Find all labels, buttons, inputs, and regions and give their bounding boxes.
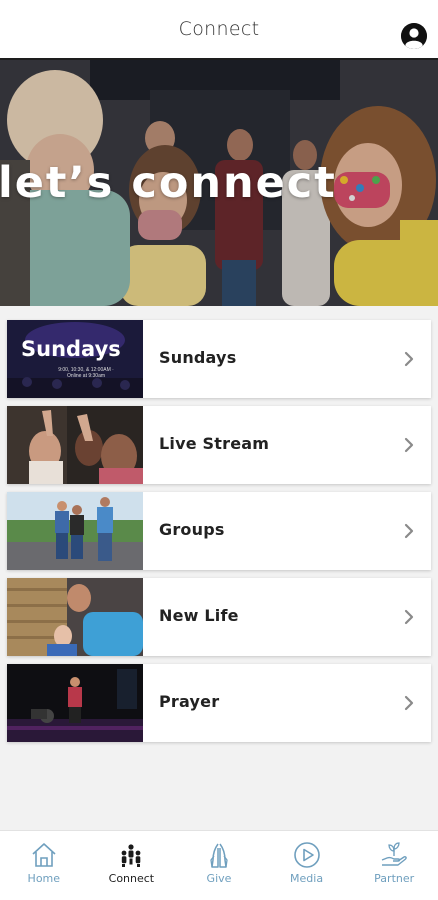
account-circle-icon[interactable] xyxy=(401,23,427,49)
chevron-right-icon xyxy=(404,695,414,711)
list-item-label: Groups xyxy=(159,520,225,539)
new-life-thumbnail xyxy=(7,578,143,656)
list-item-new-life[interactable]: New Life xyxy=(7,578,431,656)
list-item-groups[interactable]: Groups xyxy=(7,492,431,570)
nav-label: Give xyxy=(206,872,232,885)
chevron-right-icon xyxy=(404,609,414,625)
hero-banner: let’s connect xyxy=(0,60,438,306)
nav-label: Home xyxy=(27,872,61,885)
praying-hands-icon xyxy=(210,843,228,868)
sundays-thumbnail: Sundays 9:00, 10:30, & 12:00AM · Online … xyxy=(7,320,143,398)
list-item-label: Prayer xyxy=(159,692,220,711)
list-item-label: Sundays xyxy=(159,348,237,367)
bottom-nav: Home Connect Give Media Partner xyxy=(0,830,438,900)
nav-item-home[interactable]: Home xyxy=(0,831,88,900)
live-stream-thumbnail xyxy=(7,406,143,484)
page-title: Connect xyxy=(178,18,260,40)
play-circle-icon xyxy=(293,842,320,868)
sundays-thumb-title: Sundays xyxy=(21,337,121,361)
nav-item-give[interactable]: Give xyxy=(175,831,263,900)
people-icon xyxy=(121,844,141,867)
hand-plant-icon xyxy=(381,842,407,866)
nav-label: Media xyxy=(290,872,324,885)
nav-label: Partner xyxy=(374,872,415,885)
chevron-right-icon xyxy=(404,437,414,453)
list-item-label: New Life xyxy=(159,606,239,625)
list-item-label: Live Stream xyxy=(159,434,270,453)
chevron-right-icon xyxy=(404,351,414,367)
home-icon xyxy=(32,843,56,867)
list-item-live-stream[interactable]: Live Stream xyxy=(7,406,431,484)
nav-item-partner[interactable]: Partner xyxy=(350,831,438,900)
sundays-thumb-subtitle: 9:00, 10:30, & 12:00AM · Online at 9:30a… xyxy=(58,367,114,379)
app-header: Connect xyxy=(0,0,438,60)
chevron-right-icon xyxy=(404,523,414,539)
nav-label: Connect xyxy=(108,872,155,885)
prayer-thumbnail xyxy=(7,664,143,742)
nav-item-connect[interactable]: Connect xyxy=(88,831,176,900)
nav-item-media[interactable]: Media xyxy=(263,831,351,900)
hero-title: let’s connect xyxy=(0,158,337,208)
list-item-sundays[interactable]: Sundays 9:00, 10:30, & 12:00AM · Online … xyxy=(7,320,431,398)
groups-thumbnail xyxy=(7,492,143,570)
list-item-prayer[interactable]: Prayer xyxy=(7,664,431,742)
